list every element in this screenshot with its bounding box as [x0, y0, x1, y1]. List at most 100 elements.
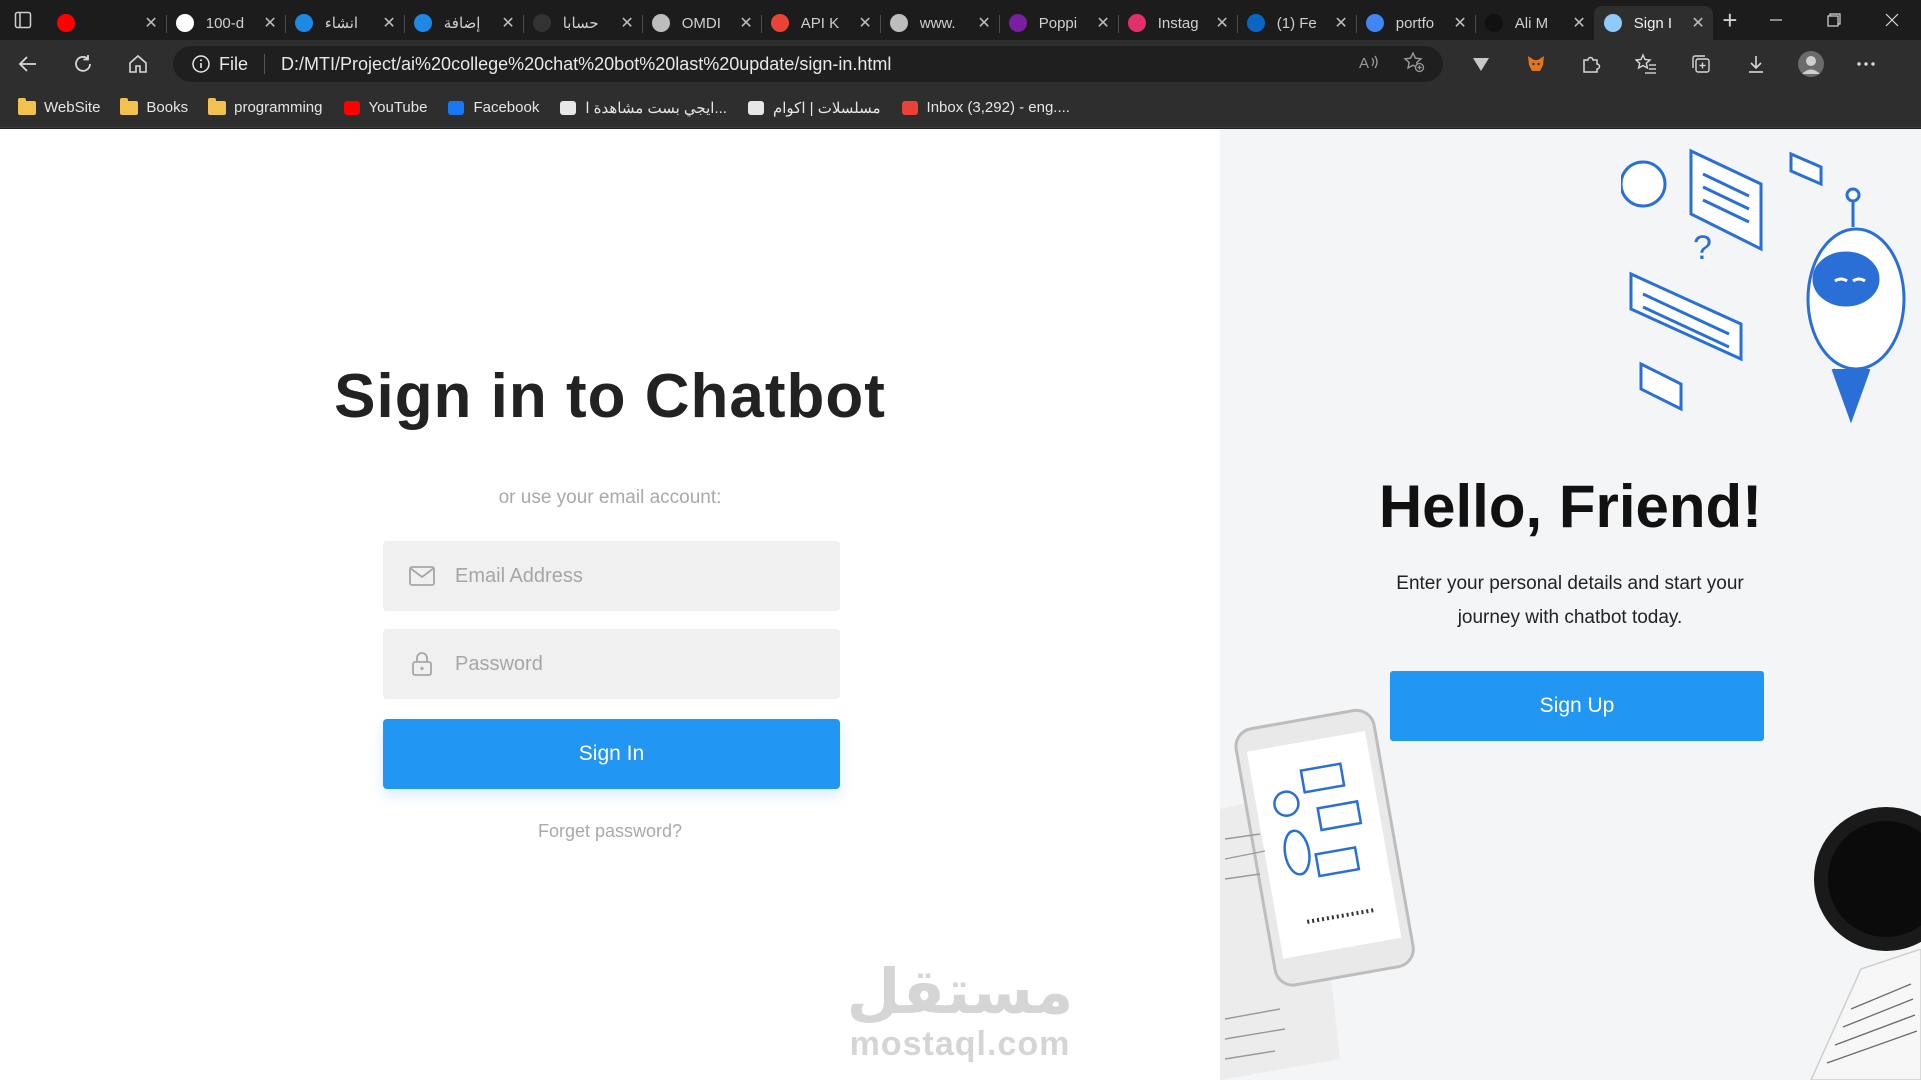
- tab-close-icon[interactable]: ✕: [144, 13, 157, 33]
- poppins-icon: [1008, 14, 1027, 32]
- read-aloud-icon[interactable]: A: [1359, 52, 1381, 77]
- tab-close-icon[interactable]: ✕: [858, 13, 871, 33]
- address-bar[interactable]: File D:/MTI/Project/ai%20college%20chat%…: [173, 46, 1443, 82]
- new-tab-button[interactable]: +: [1713, 0, 1747, 40]
- tab-close-icon[interactable]: ✕: [620, 13, 633, 33]
- gmail-icon: [770, 14, 789, 32]
- favorite-star-icon[interactable]: [1403, 50, 1425, 78]
- signin-subtitle: or use your email account:: [498, 487, 722, 508]
- collections-button[interactable]: [1673, 40, 1728, 88]
- browser-tab[interactable]: Ali M ✕: [1474, 6, 1594, 40]
- vpn-extension-button[interactable]: [1453, 40, 1508, 88]
- collections-icon: [1691, 55, 1710, 73]
- bookmark-label: YouTube: [368, 99, 428, 116]
- password-input[interactable]: [455, 652, 815, 676]
- tab-close-icon[interactable]: ✕: [382, 13, 395, 33]
- avatar: [1797, 51, 1824, 77]
- forgot-password-link[interactable]: Forget password?: [0, 821, 1220, 842]
- tab-close-icon[interactable]: ✕: [501, 13, 514, 33]
- tab-actions-button[interactable]: [0, 0, 47, 40]
- downloads-button[interactable]: [1728, 40, 1783, 88]
- tab-close-icon[interactable]: ✕: [263, 13, 276, 33]
- browser-tab[interactable]: (1) Fe ✕: [1236, 6, 1356, 40]
- bookmarks-bar: WebSite Books programming YouTube Facebook اي…: [0, 88, 1921, 128]
- fox-icon: [1527, 56, 1544, 71]
- bookmark-label: مسلسلات | اكوام: [772, 99, 881, 117]
- toolbar-right: [1453, 40, 1893, 88]
- linkedin-icon: [1246, 14, 1265, 32]
- browser-tab[interactable]: انشاء ✕: [284, 6, 404, 40]
- circle-blue-icon: [413, 14, 432, 32]
- bookmark-item[interactable]: Books: [120, 97, 189, 116]
- tab-close-icon[interactable]: ✕: [1334, 13, 1347, 33]
- signin-button[interactable]: Sign In: [383, 719, 840, 789]
- tab-close-icon[interactable]: ✕: [1096, 13, 1109, 33]
- tab-title: انشاء: [324, 15, 359, 32]
- newspaper-illustration: [1810, 949, 1921, 1080]
- folder-icon: [18, 97, 36, 116]
- welcome-panel: ? Hello, Friend! Enter your personal det…: [1220, 129, 1921, 1080]
- browser-tab[interactable]: portfo ✕: [1355, 6, 1475, 40]
- plus-icon: +: [1722, 4, 1738, 35]
- svg-text:A: A: [1359, 55, 1369, 72]
- youtube-icon: [343, 100, 361, 116]
- github-icon: [175, 14, 194, 32]
- browser-tab[interactable]: OMDI ✕: [641, 6, 761, 40]
- address-actions: A: [1359, 50, 1425, 78]
- reload-button[interactable]: [55, 40, 110, 88]
- browser-tab[interactable]: إضافة ✕: [403, 6, 523, 40]
- bookmark-item[interactable]: WebSite: [18, 97, 100, 116]
- lock-icon: [412, 652, 432, 676]
- tab-title: (1) Fe: [1276, 14, 1317, 32]
- tab-title: www.: [919, 14, 956, 32]
- tab-strip: ✕ 100-d ✕ انشاء ✕ إضافة ✕ حسابا ✕ OMDI ✕ API K ✕ www.…: [0, 0, 1921, 40]
- info-icon[interactable]: [191, 54, 211, 74]
- globe-icon: [889, 14, 908, 32]
- tab-title: حسابا: [562, 15, 599, 32]
- extensions-button[interactable]: [1563, 40, 1618, 88]
- settings-menu-button[interactable]: [1838, 40, 1893, 88]
- tab-close-icon[interactable]: ✕: [977, 13, 990, 33]
- metamask-extension-button[interactable]: [1508, 40, 1563, 88]
- tab-actions-icon: [15, 11, 32, 29]
- email-input[interactable]: [455, 564, 815, 588]
- bookmark-label: Facebook: [473, 99, 540, 116]
- bookmark-item[interactable]: programming: [208, 97, 323, 116]
- browser-tab[interactable]: www. ✕: [879, 6, 999, 40]
- browser-tab[interactable]: Poppi ✕: [998, 6, 1118, 40]
- profile-button[interactable]: [1783, 40, 1838, 88]
- window-controls: [1747, 0, 1921, 40]
- back-button[interactable]: [0, 40, 55, 88]
- browser-tab[interactable]: ✕: [47, 6, 166, 40]
- email-field[interactable]: [383, 541, 840, 611]
- browser-tab[interactable]: Instag ✕: [1117, 6, 1237, 40]
- tab-close-icon[interactable]: ✕: [1453, 13, 1466, 33]
- more-horizontal-icon: [1856, 62, 1875, 66]
- bookmark-item[interactable]: Facebook: [447, 99, 539, 116]
- restore-button[interactable]: [1805, 0, 1863, 40]
- close-window-button[interactable]: [1863, 0, 1921, 40]
- browser-tab[interactable]: 100-d ✕: [165, 6, 285, 40]
- bookmark-label: Books: [146, 99, 189, 116]
- folder-icon: [120, 97, 139, 116]
- watermark-latin: mostaql.com: [849, 1025, 1071, 1063]
- tab-close-icon[interactable]: ✕: [1215, 13, 1228, 33]
- gmail-icon: [901, 100, 919, 116]
- tab-close-icon[interactable]: ✕: [739, 13, 752, 33]
- bookmark-item[interactable]: مسلسلات | اكوام: [747, 99, 881, 117]
- browser-tab[interactable]: حسابا ✕: [522, 6, 642, 40]
- tab-title: Poppi: [1038, 14, 1078, 32]
- bookmark-item[interactable]: ايجي بست مشاهدة ا...: [559, 99, 727, 117]
- bookmark-item[interactable]: Inbox (3,292) - eng....: [901, 99, 1070, 116]
- minimize-button[interactable]: [1747, 0, 1805, 40]
- bookmark-item[interactable]: YouTube: [343, 99, 428, 116]
- address-url[interactable]: D:/MTI/Project/ai%20college%20chat%20bot…: [281, 54, 1359, 75]
- restore-icon: [1827, 13, 1841, 27]
- favorites-button[interactable]: [1618, 40, 1673, 88]
- tab-close-icon[interactable]: ✕: [1691, 13, 1704, 33]
- browser-tab[interactable]: API K ✕: [760, 6, 880, 40]
- home-button[interactable]: [110, 40, 165, 88]
- browser-tab[interactable]: Sign I ✕: [1593, 6, 1713, 40]
- tab-close-icon[interactable]: ✕: [1572, 13, 1585, 33]
- password-field[interactable]: [383, 629, 840, 699]
